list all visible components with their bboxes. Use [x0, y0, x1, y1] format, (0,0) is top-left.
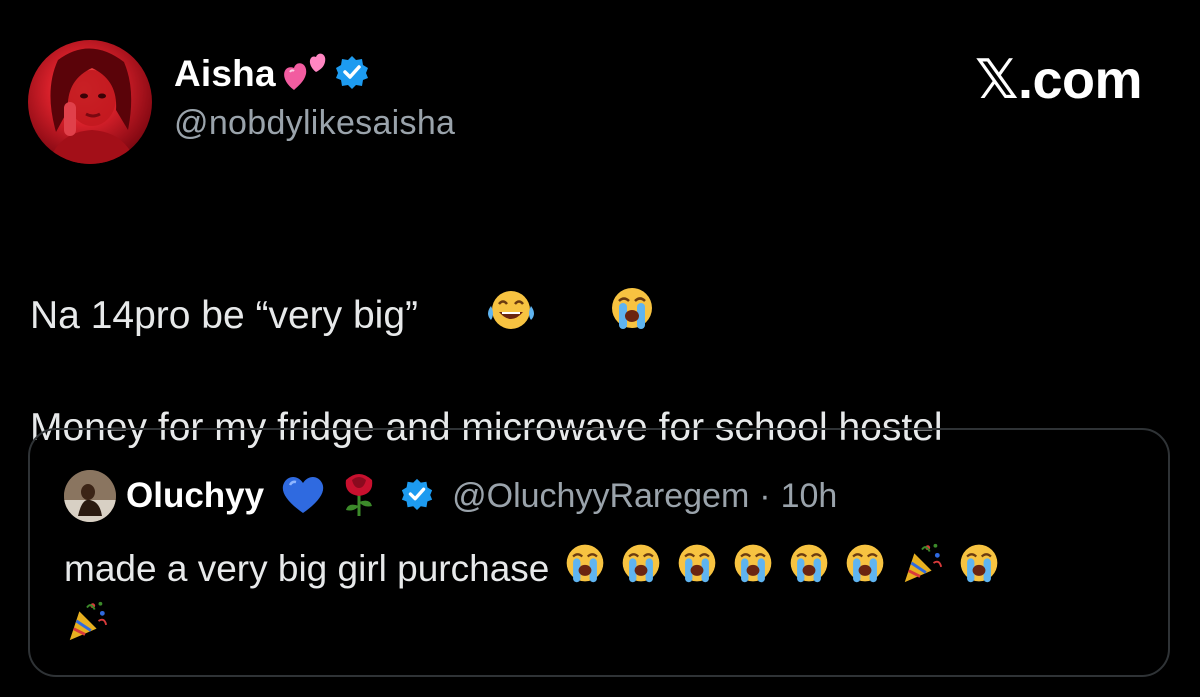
quoted-tweet-body: made a very big girl purchase: [64, 540, 1144, 656]
tweet-line-1: Na 14pro be “very big”: [30, 230, 943, 401]
party-popper-emoji-icon: [64, 598, 110, 656]
quoted-tweet-line-2: [64, 598, 1144, 656]
quoted-tweet-emoji-row-2: [64, 598, 110, 656]
sob-emoji-icon: [619, 541, 663, 597]
joy-emoji-icon: [420, 232, 537, 399]
quoted-tweet-emoji-row: [563, 540, 1001, 598]
quoted-author-name[interactable]: Oluchyy: [126, 476, 264, 516]
tweet-body: Na 14pro be “very big” Money for my frid…: [30, 230, 943, 455]
timestamp-separator: ·: [759, 476, 771, 515]
quoted-tweet-line-1: made a very big girl purchase: [64, 540, 1144, 598]
quoted-author-avatar[interactable]: [64, 470, 116, 522]
two-hearts-icon: [282, 50, 328, 99]
author-avatar[interactable]: [28, 40, 152, 164]
sob-emoji-icon: [543, 230, 656, 401]
blue-heart-icon: [280, 473, 326, 520]
verified-badge-icon: [400, 477, 434, 516]
verified-badge-icon: [334, 54, 370, 95]
sob-emoji-icon: [843, 541, 887, 597]
author-display-name[interactable]: Aisha: [174, 53, 276, 95]
quoted-tweet-text: made a very big girl purchase: [64, 548, 550, 589]
quoted-author-handle[interactable]: @OluchyyRaregem: [452, 477, 749, 516]
author-name-row: Aisha: [174, 52, 370, 96]
sob-emoji-icon: [675, 541, 719, 597]
sob-emoji-icon: [563, 541, 607, 597]
sob-emoji-icon: [957, 541, 1001, 597]
rose-icon: [336, 470, 382, 523]
quoted-tweet-timestamp[interactable]: 10h: [781, 477, 838, 516]
author-handle[interactable]: @nobdylikesaisha: [174, 104, 455, 143]
tweet-line-1-text: Na 14pro be “very big”: [30, 293, 419, 337]
quoted-tweet-header: Oluchyy @OluchyyRaregem · 10h: [64, 470, 837, 522]
x-com-brand-label: 𝕏.com: [974, 50, 1143, 110]
party-popper-emoji-icon: [899, 540, 945, 598]
sob-emoji-icon: [787, 541, 831, 597]
sob-emoji-icon: [731, 541, 775, 597]
quoted-tweet-card[interactable]: Oluchyy @OluchyyRaregem · 10h made a ver…: [28, 428, 1170, 677]
